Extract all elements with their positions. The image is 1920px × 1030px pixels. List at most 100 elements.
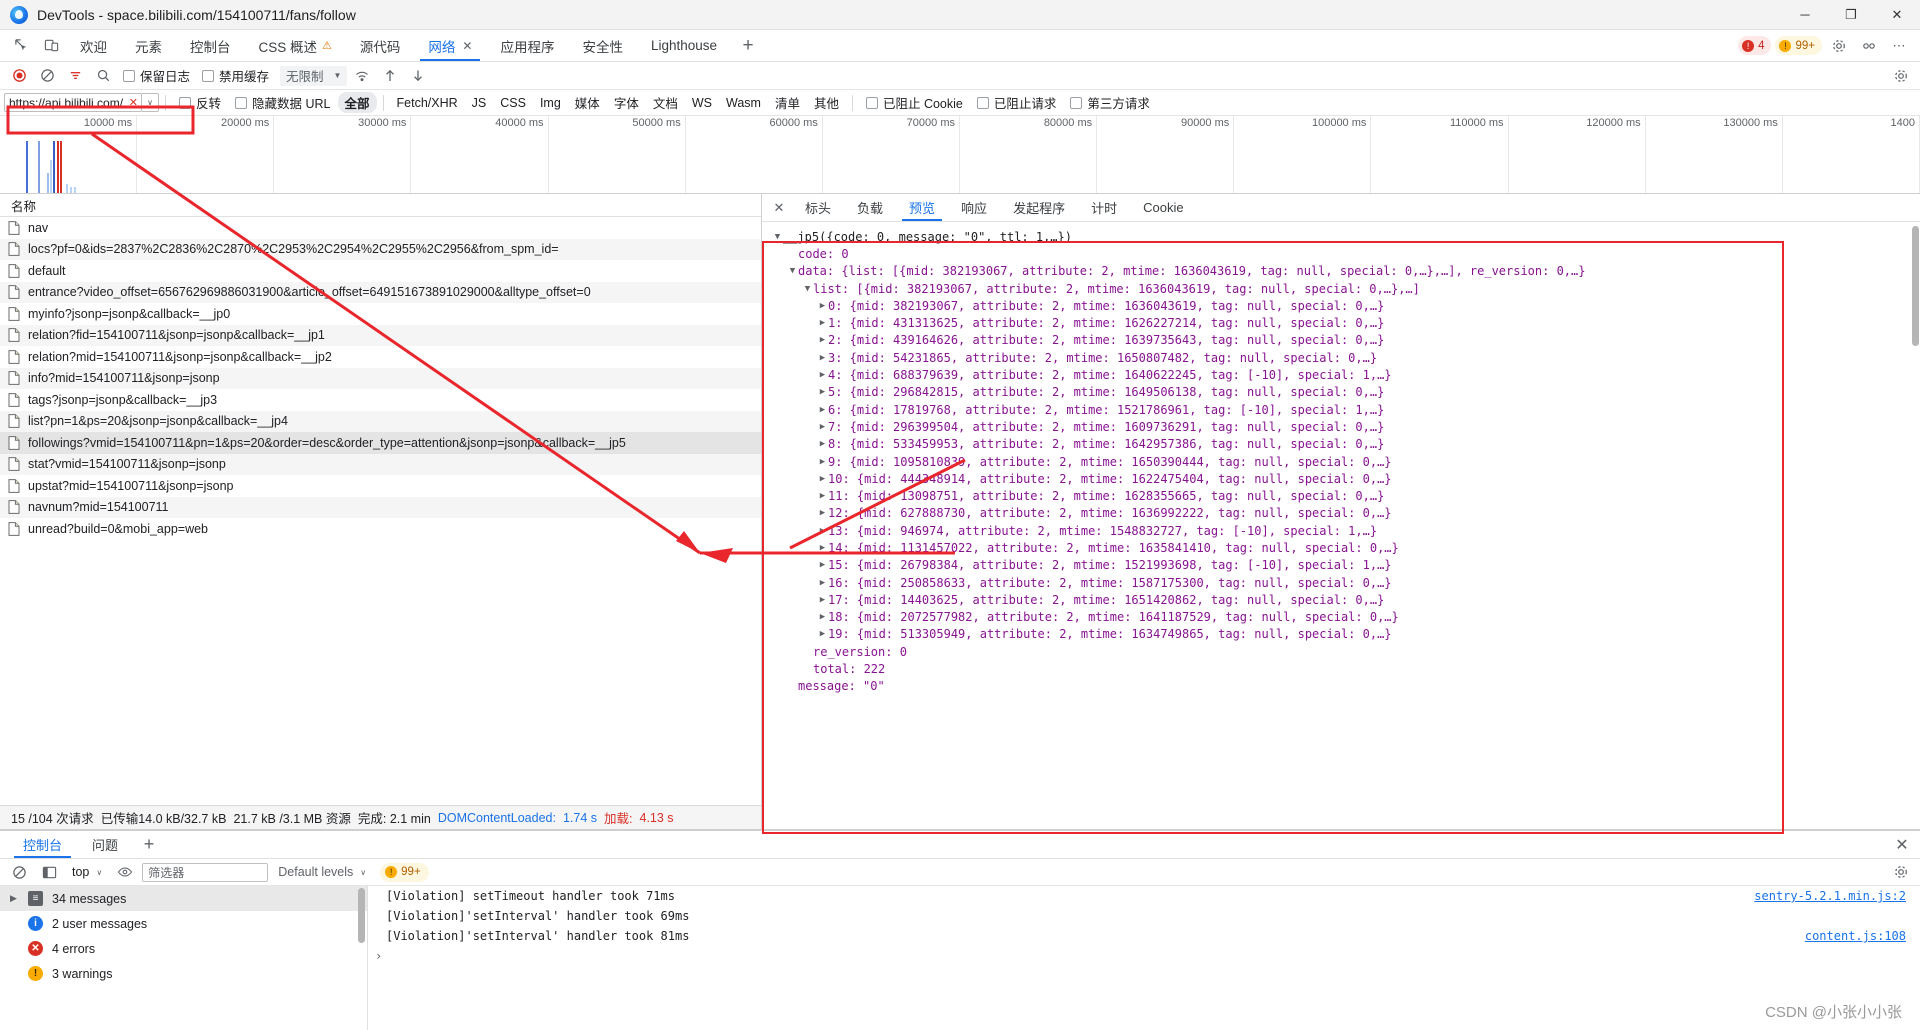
error-count-badge[interactable]: ! 4 (1738, 36, 1772, 55)
inspect-element-icon[interactable] (6, 30, 36, 61)
expand-arrow-closed-icon[interactable]: ▶ (817, 335, 828, 345)
expand-arrow-open-icon[interactable]: ▼ (772, 232, 783, 242)
console-clear-icon[interactable] (6, 860, 32, 884)
drawer-tab-issues[interactable]: 问题 (77, 831, 133, 858)
console-warning-badge[interactable]: ! 99+ (380, 862, 429, 882)
console-prompt[interactable]: › (368, 946, 1920, 966)
request-row[interactable]: default (0, 260, 761, 282)
json-tree-row[interactable]: ▶re_version: 0 (762, 643, 1920, 660)
console-context-select[interactable]: top ∨ (66, 862, 108, 882)
request-row[interactable]: entrance?video_offset=656762969886031900… (0, 281, 761, 303)
console-sidebar[interactable]: ▶ ≡ 34 messages i 2 user messages ✕ 4 errors! 3… (0, 886, 368, 1030)
expand-arrow-closed-icon[interactable]: ▶ (817, 405, 828, 415)
tab-payload[interactable]: 负载 (844, 194, 896, 221)
tab-lighthouse[interactable]: Lighthouse (637, 30, 731, 61)
expand-arrow-closed-icon[interactable]: ▶ (817, 629, 828, 639)
json-tree-row[interactable]: ▶code: 0 (762, 245, 1920, 262)
request-list-header[interactable]: 名称 (0, 194, 761, 217)
request-row[interactable]: unread?build=0&mobi_app=web (0, 518, 761, 540)
json-tree-row[interactable]: ▶ 4: {mid: 688379639, attribute: 2, mtime… (762, 366, 1920, 383)
tab-timing[interactable]: 计时 (1078, 194, 1130, 221)
close-icon[interactable]: ✕ (462, 39, 472, 53)
blocked-cookies-checkbox[interactable]: 已阻止 Cookie (859, 93, 970, 112)
close-button[interactable]: ✕ (1874, 0, 1920, 30)
request-row[interactable]: stat?vmid=154100711&jsonp=jsonp (0, 453, 761, 475)
export-har-icon[interactable] (405, 64, 431, 88)
request-row[interactable]: followings?vmid=154100711&pn=1&ps=20&ord… (0, 432, 761, 454)
request-row[interactable]: relation?mid=154100711&jsonp=jsonp&callb… (0, 346, 761, 368)
tab-cookies[interactable]: Cookie (1130, 194, 1196, 221)
json-tree-row[interactable]: ▶ 17: {mid: 14403625, attribute: 2, mtime… (762, 591, 1920, 608)
tab-welcome[interactable]: 欢迎 (66, 30, 121, 61)
request-row[interactable]: info?mid=154100711&jsonp=jsonp (0, 367, 761, 389)
expand-arrow-closed-icon[interactable]: ▶ (817, 353, 828, 363)
settings-gear-icon[interactable] (1826, 33, 1852, 59)
console-log-source-link[interactable]: content.js:108 (1805, 929, 1920, 943)
minimize-button[interactable]: ─ (1782, 0, 1828, 30)
import-har-icon[interactable] (377, 64, 403, 88)
json-tree-row[interactable]: ▶ 5: {mid: 296842815, attribute: 2, mtime… (762, 384, 1920, 401)
json-tree-row[interactable]: ▶ 12: {mid: 627888730, attribute: 2, mtim… (762, 505, 1920, 522)
json-tree-row[interactable]: ▶ 8: {mid: 533459953, attribute: 2, mtime… (762, 436, 1920, 453)
request-row[interactable]: list?pn=1&ps=20&jsonp=jsonp&callback=__j… (0, 410, 761, 432)
preview-scrollbar[interactable] (1912, 226, 1919, 346)
preview-json-tree[interactable]: ▼ __jp5({code: 0, message: "0", ttl: 1,…}… (762, 222, 1920, 829)
json-tree-row[interactable]: ▶ 1: {mid: 431313625, attribute: 2, mtime… (762, 314, 1920, 331)
json-tree-row[interactable]: ▶total: 222 (762, 660, 1920, 677)
console-sidebar-scrollbar[interactable] (358, 888, 365, 943)
expand-arrow-closed-icon[interactable]: ▶ (817, 457, 828, 467)
console-sidebar-item[interactable]: ▶ ≡ 34 messages (0, 886, 367, 911)
console-log-area[interactable]: [Violation] setTimeout handler took 71ms… (368, 886, 1920, 1030)
detail-close-icon[interactable]: ✕ (766, 194, 792, 221)
clear-button[interactable] (34, 64, 60, 88)
third-party-checkbox[interactable]: 第三方请求 (1063, 93, 1157, 112)
hide-data-urls-checkbox[interactable]: 隐藏数据 URL (228, 93, 337, 112)
filter-input[interactable] (4, 93, 142, 112)
filter-type-img[interactable]: Img (533, 95, 568, 111)
expand-arrow-closed-icon[interactable]: ▶ (817, 543, 828, 553)
expand-arrow-closed-icon[interactable]: ▶ (817, 560, 828, 570)
drawer-tab-console[interactable]: 控制台 (8, 831, 77, 858)
filter-funnel-icon[interactable] (62, 64, 88, 88)
device-toolbar-icon[interactable] (36, 30, 66, 61)
expand-arrow-closed-icon[interactable]: ▶ (817, 387, 828, 397)
network-overview-timeline[interactable]: 10000 ms 20000 ms 30000 ms 40000 ms 50000 ms… (0, 116, 1920, 194)
filter-type-manifest[interactable]: 清单 (768, 92, 807, 113)
tab-console[interactable]: 控制台 (176, 30, 245, 61)
request-row[interactable]: locs?pf=0&ids=2837%2C2836%2C2870%2C2953%… (0, 238, 761, 260)
filter-type-ws[interactable]: WS (685, 95, 719, 111)
expand-arrow-closed-icon[interactable]: ▶ (817, 595, 828, 605)
drawer-close-button[interactable]: ✕ (1884, 831, 1920, 858)
json-tree-row[interactable]: ▶ 16: {mid: 250858633, attribute: 2, mtim… (762, 574, 1920, 591)
filter-type-font[interactable]: 字体 (607, 92, 646, 113)
filter-type-media[interactable]: 媒体 (568, 92, 607, 113)
preserve-log-checkbox[interactable]: 保留日志 (118, 66, 195, 85)
throttling-select[interactable]: 无限制 ▼ (280, 65, 348, 86)
expand-arrow-closed-icon[interactable]: ▶ (817, 318, 828, 328)
expand-arrow-closed-icon[interactable]: ▶ (817, 578, 828, 588)
console-sidebar-item[interactable]: ✕ 4 errors (0, 936, 367, 961)
expand-arrow-closed-icon[interactable]: ▶ (817, 422, 828, 432)
live-expression-eye-icon[interactable] (112, 860, 138, 884)
expand-arrow-closed-icon[interactable]: ▶ (817, 439, 828, 449)
json-tree-row[interactable]: ▼ list: [{mid: 382193067, attribute: 2, m… (762, 280, 1920, 297)
filter-type-js[interactable]: JS (465, 95, 494, 111)
json-tree-row[interactable]: ▶ 10: {mid: 444348914, attribute: 2, mtim… (762, 470, 1920, 487)
json-tree-row[interactable]: ▶ 15: {mid: 26798384, attribute: 2, mtime… (762, 557, 1920, 574)
json-tree-row[interactable]: ▶ 18: {mid: 2072577982, attribute: 2, mti… (762, 609, 1920, 626)
console-levels-select[interactable]: Default levels ∨ (272, 865, 372, 879)
customize-devtools-icon[interactable] (1856, 33, 1882, 59)
tab-initiator[interactable]: 发起程序 (1000, 194, 1078, 221)
console-settings-gear-icon[interactable] (1888, 860, 1914, 884)
expand-arrow-open-icon[interactable]: ▼ (802, 284, 813, 294)
maximize-button[interactable]: ❐ (1828, 0, 1874, 30)
json-tree-row[interactable]: ▶ 13: {mid: 946974, attribute: 2, mtime: … (762, 522, 1920, 539)
tab-css-overview[interactable]: CSS 概述 ⚠ (245, 30, 346, 61)
expand-arrow-icon[interactable]: ▶ (8, 893, 19, 904)
tab-security[interactable]: 安全性 (568, 30, 637, 61)
tab-preview[interactable]: 预览 (896, 194, 948, 221)
filter-type-css[interactable]: CSS (493, 95, 533, 111)
request-row[interactable]: relation?fid=154100711&jsonp=jsonp&callb… (0, 324, 761, 346)
console-filter-input[interactable]: 筛选器 (142, 862, 269, 882)
tab-sources[interactable]: 源代码 (346, 30, 415, 61)
